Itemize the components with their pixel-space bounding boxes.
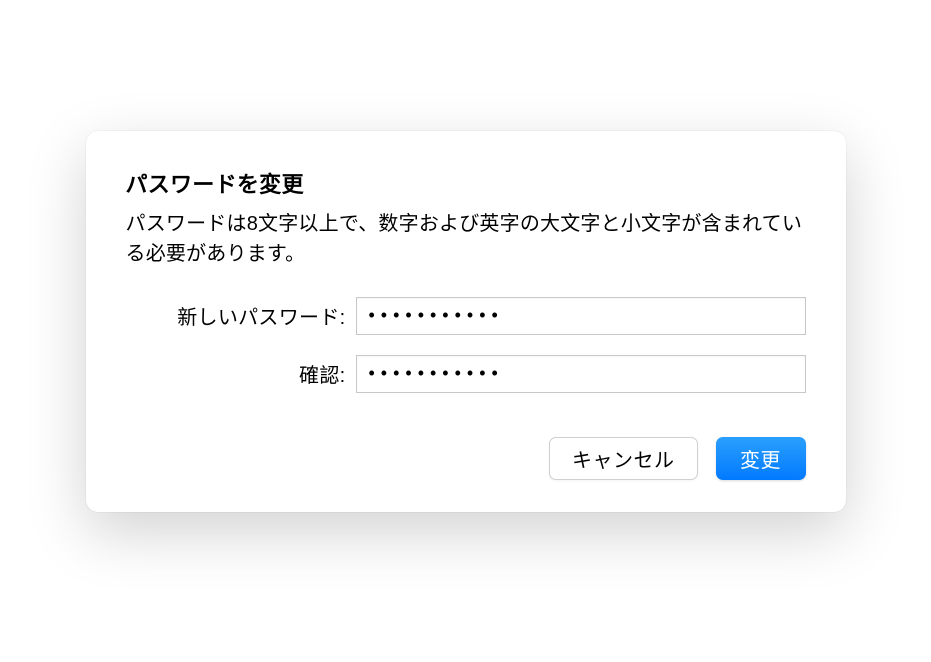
confirm-password-label: 確認: [126,359,356,388]
dialog-button-row: キャンセル 変更 [126,437,806,480]
new-password-input[interactable] [356,297,806,335]
change-password-dialog: パスワードを変更 パスワードは8文字以上で、数字および英字の大文字と小文字が含ま… [86,131,846,512]
new-password-row: 新しいパスワード: [126,297,806,335]
confirm-password-input[interactable] [356,355,806,393]
dialog-title: パスワードを変更 [126,167,806,199]
cancel-button[interactable]: キャンセル [549,437,698,480]
confirm-password-row: 確認: [126,355,806,393]
change-button[interactable]: 変更 [716,437,806,480]
dialog-description: パスワードは8文字以上で、数字および英字の大文字と小文字が含まれている必要があり… [126,209,806,269]
new-password-label: 新しいパスワード: [126,301,356,330]
